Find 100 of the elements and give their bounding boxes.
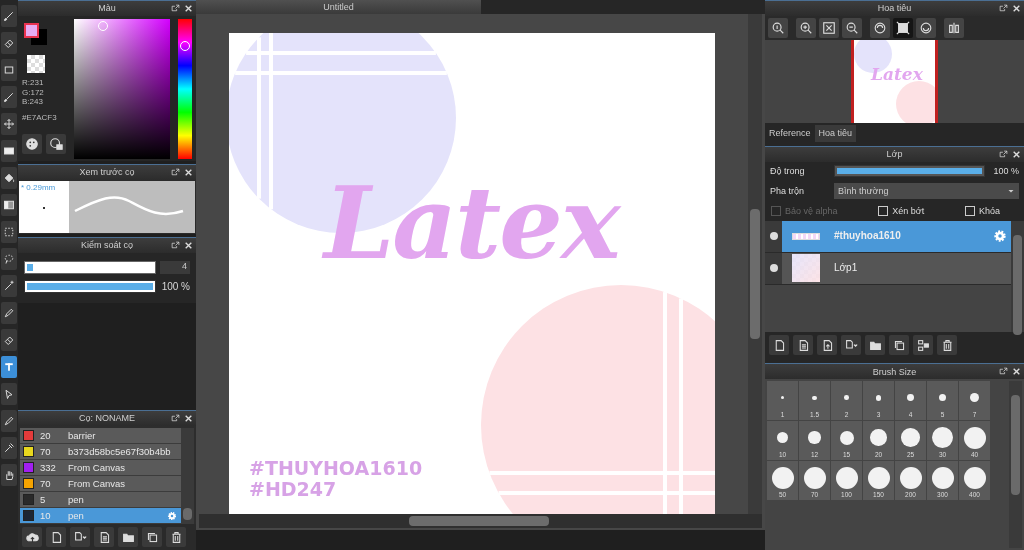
thumbnail-title: Latex	[871, 64, 923, 85]
checkbox[interactable]	[878, 206, 889, 217]
panel-title: Cọ: NONAME	[79, 413, 135, 424]
edit-brush-button[interactable]	[94, 527, 114, 547]
brush-size: 70	[40, 477, 52, 490]
page-icon	[844, 338, 858, 352]
new-layer-button[interactable]	[769, 335, 789, 356]
copy-button[interactable]	[142, 527, 162, 547]
zoom-in-button[interactable]	[796, 18, 816, 38]
brush-row[interactable]: 5 pen	[20, 492, 181, 508]
undock-icon	[999, 367, 1008, 377]
size-dot	[771, 466, 794, 489]
hue-slider[interactable]	[177, 19, 192, 159]
delete-button[interactable]	[166, 527, 186, 547]
panel-title: Màu	[98, 3, 116, 14]
vertical-scrollbar[interactable]	[748, 14, 762, 514]
visibility-toggle[interactable]	[765, 252, 782, 284]
folder-button[interactable]	[865, 335, 885, 356]
zoom-out-button[interactable]	[842, 18, 862, 38]
opacity-value: 100 %	[992, 165, 1019, 177]
transparent-swatch[interactable]	[27, 55, 45, 73]
tool-button[interactable]	[1, 86, 17, 108]
fit-button[interactable]	[819, 18, 839, 38]
blend-label: Pha trộn	[770, 185, 806, 197]
hand-icon	[3, 469, 15, 481]
scrollbar[interactable]	[1011, 220, 1024, 333]
tool-button[interactable]	[1, 464, 17, 486]
size-dot	[932, 427, 953, 448]
merge-button[interactable]	[913, 335, 933, 356]
brush-name: b373d58bc5e67f30b4bb	[68, 445, 171, 458]
tool-button[interactable]	[1, 302, 17, 324]
size-value: 4	[160, 261, 190, 274]
size-dot	[907, 394, 914, 401]
artwork-hashtag: #THUYHOA1610	[249, 458, 423, 479]
tool-button[interactable]	[1, 5, 17, 27]
tool-button[interactable]	[1, 383, 17, 405]
undock-icon	[171, 414, 180, 423]
color-swatches[interactable]	[24, 23, 47, 45]
brush-row[interactable]: 70 b373d58bc5e67f30b4bb	[20, 444, 181, 460]
eraser-icon	[3, 334, 15, 346]
tool-button[interactable]	[1, 437, 17, 459]
size-dot	[839, 430, 854, 445]
rotate-left-button[interactable]	[870, 18, 890, 38]
horizontal-scrollbar[interactable]	[199, 514, 762, 528]
tool-button[interactable]	[1, 194, 17, 216]
new-layer-button[interactable]	[793, 335, 813, 356]
brush-size: 20	[40, 429, 52, 442]
scrollbar[interactable]	[181, 428, 194, 524]
visibility-toggle[interactable]	[765, 220, 782, 252]
document-tab[interactable]: Untitled	[196, 0, 481, 14]
add-layer-button[interactable]	[841, 335, 861, 356]
size-dot	[901, 428, 920, 447]
rotate-icon	[919, 21, 933, 35]
panel-tab[interactable]: Reference	[765, 125, 815, 142]
tool-button[interactable]	[1, 167, 17, 189]
import-button[interactable]	[817, 335, 837, 356]
flip-icon	[947, 21, 961, 35]
size-dot	[867, 466, 890, 489]
tool-button[interactable]	[1, 32, 17, 54]
cloud-icon	[25, 530, 39, 544]
folder-button[interactable]	[118, 527, 138, 547]
undock-icon	[171, 4, 180, 13]
brush-row[interactable]: 20 barrier	[20, 428, 181, 444]
panel-tab[interactable]: Hoa tiêu	[814, 125, 857, 142]
zoom-button[interactable]	[768, 18, 788, 38]
tool-button[interactable]	[1, 59, 17, 81]
brush-row[interactable]: 70 From Canvas	[20, 476, 181, 492]
fit-frame-button[interactable]	[893, 18, 913, 38]
blend-dropdown[interactable]: Bình thường	[834, 183, 1019, 199]
palette-button[interactable]	[22, 134, 42, 155]
scrollbar[interactable]	[1009, 381, 1022, 548]
tool-button[interactable]	[1, 275, 17, 297]
panel-title: Lớp	[886, 149, 903, 160]
filled-rectangle-icon	[3, 145, 15, 157]
tool-button[interactable]	[1, 140, 17, 162]
close-icon	[184, 168, 193, 177]
tool-button[interactable]	[1, 113, 17, 135]
delete-button[interactable]	[937, 335, 957, 356]
layer-row[interactable]: Lớp1	[782, 252, 1011, 284]
rotate-right-button[interactable]	[916, 18, 936, 38]
new-brush-button[interactable]	[46, 527, 66, 547]
brush-row[interactable]: 332 From Canvas	[20, 460, 181, 476]
brush-size-text: * 0.29mm	[20, 182, 57, 194]
brush-icon	[3, 91, 15, 103]
add-brush-button[interactable]	[70, 527, 90, 547]
flip-button[interactable]	[944, 18, 964, 38]
undock-icon	[171, 168, 180, 177]
upload-button[interactable]	[22, 527, 42, 547]
pen-icon	[3, 307, 15, 319]
color-field[interactable]	[74, 19, 170, 159]
brush-name: pen	[68, 509, 84, 522]
copy-icon	[892, 338, 906, 352]
color-mode-button[interactable]	[46, 134, 66, 155]
duplicate-button[interactable]	[889, 335, 909, 356]
size-dot	[803, 466, 826, 489]
size-slider[interactable]	[24, 261, 156, 274]
brush-name: From Canvas	[68, 461, 125, 474]
tool-button[interactable]	[1, 410, 17, 432]
tool-button[interactable]	[1, 329, 17, 351]
checkbox[interactable]	[964, 206, 975, 217]
